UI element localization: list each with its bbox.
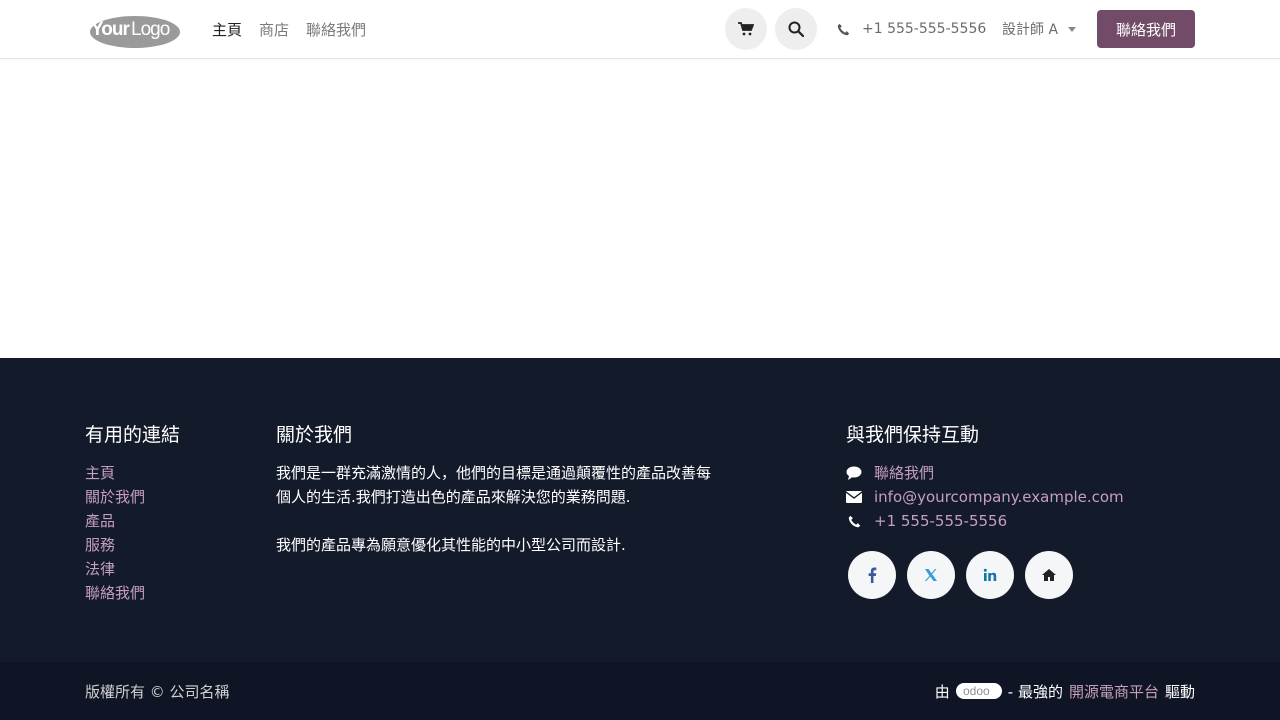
powered-by-prefix: 由: [934, 682, 950, 701]
cart-icon: [738, 22, 754, 36]
phone-icon: [837, 23, 850, 35]
useful-links-column: 有用的連結 主頁 關於我們 產品 服務 法律 聯絡我們: [85, 420, 180, 605]
facebook-icon[interactable]: [848, 551, 896, 599]
user-menu[interactable]: 設計師 A: [1002, 0, 1077, 58]
footer-link-legal[interactable]: 法律: [85, 557, 180, 581]
header-phone[interactable]: +1 555-555-5556: [837, 0, 986, 58]
nav-home[interactable]: 主頁: [212, 19, 242, 40]
comment-icon: [846, 466, 862, 480]
copyright-bar: 版權所有 © 公司名稱 由 odoo - 最強的 開源電商平台 驅動: [0, 662, 1280, 720]
about-paragraph-1: 我們是一群充滿激情的人，他們的目標是通過顛覆性的產品改善每個人的生活.我們打造出…: [276, 464, 712, 506]
contact-link-label: 聯絡我們: [874, 464, 935, 482]
site-header: Your Logo 主頁 商店 聯絡我們 +1 555-555-5556 設計師…: [0, 0, 1280, 59]
powered-by: 由 odoo - 最強的 開源電商平台 驅動: [935, 662, 1195, 720]
chevron-down-icon: [1068, 26, 1077, 32]
search-button[interactable]: [775, 8, 817, 50]
x-twitter-icon[interactable]: [907, 551, 955, 599]
cart-button[interactable]: [725, 8, 767, 50]
site-footer: 有用的連結 主頁 關於我們 產品 服務 法律 聯絡我們 關於我們 我們是一群充滿…: [0, 358, 1280, 662]
ecommerce-platform-link[interactable]: 開源電商平台: [1069, 681, 1159, 702]
footer-link-home[interactable]: 主頁: [85, 461, 180, 485]
phone-link[interactable]: +1 555-555-5556: [846, 509, 1124, 533]
about-paragraph-2: 我們的產品專為願意優化其性能的中小型公司而設計.: [276, 536, 626, 554]
nav-shop[interactable]: 商店: [259, 19, 289, 40]
contact-us-button[interactable]: 聯絡我們: [1097, 10, 1195, 48]
main-nav: 主頁 商店 聯絡我們: [212, 0, 366, 58]
footer-link-services[interactable]: 服務: [85, 533, 180, 557]
useful-links-title: 有用的連結: [85, 424, 181, 446]
home-icon[interactable]: [1025, 551, 1073, 599]
powered-by-dash: - 最強的: [1007, 682, 1063, 701]
svg-text:odoo: odoo: [963, 684, 990, 698]
nav-contact[interactable]: 聯絡我們: [306, 19, 366, 40]
header-phone-number: +1 555-555-5556: [862, 21, 987, 37]
linkedin-icon[interactable]: [966, 551, 1014, 599]
email-link[interactable]: info@yourcompany.example.com: [846, 485, 1124, 509]
phone-number: +1 555-555-5556: [874, 512, 1008, 530]
contact-title: 與我們保持互動: [846, 424, 980, 446]
email-address: info@yourcompany.example.com: [874, 488, 1124, 506]
about-title: 關於我們: [276, 424, 353, 446]
contact-column: 與我們保持互動 聯絡我們 info@yourcompany.example.co…: [846, 420, 1124, 599]
contact-link[interactable]: 聯絡我們: [846, 461, 1124, 485]
envelope-icon: [846, 491, 862, 503]
user-name: 設計師 A: [1002, 22, 1059, 38]
powered-by-suffix: 驅動: [1164, 682, 1195, 701]
phone-icon: [846, 515, 862, 528]
footer-link-products[interactable]: 產品: [85, 509, 180, 533]
odoo-logo[interactable]: odoo: [955, 683, 1002, 699]
logo[interactable]: Your Logo: [85, 10, 181, 50]
footer-link-about[interactable]: 關於我們: [85, 485, 180, 509]
svg-text:Your: Your: [91, 19, 130, 40]
search-icon: [788, 21, 804, 37]
footer-link-contact[interactable]: 聯絡我們: [85, 581, 180, 605]
copyright-text: 版權所有 © 公司名稱: [85, 682, 230, 701]
svg-text:Logo: Logo: [131, 19, 170, 40]
about-column: 關於我們 我們是一群充滿激情的人，他們的目標是通過顛覆性的產品改善每個人的生活.…: [276, 420, 716, 557]
social-links: [848, 551, 1124, 599]
